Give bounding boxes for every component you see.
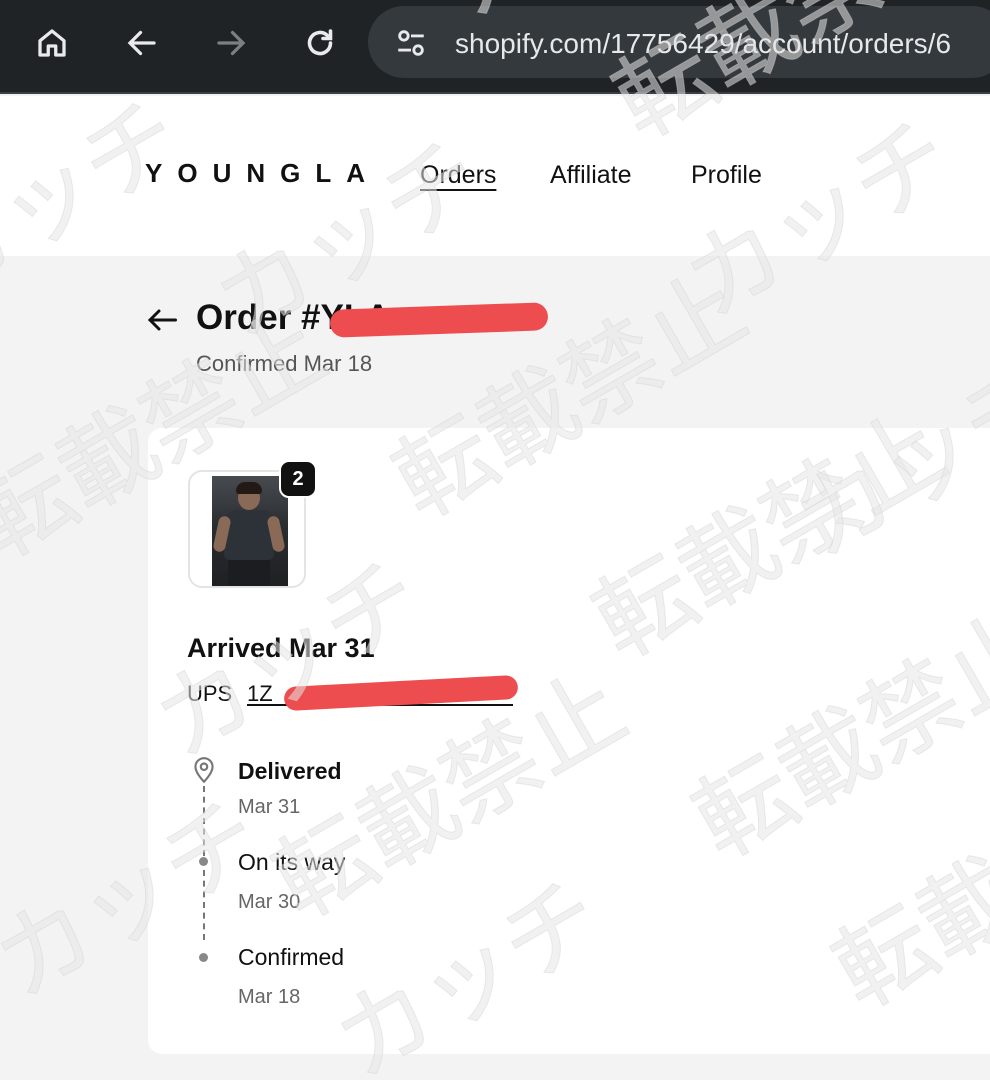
timeline-step-date: Mar 18: [238, 986, 301, 1008]
timeline-step-label: Delivered: [238, 758, 342, 784]
nav-orders[interactable]: Orders: [420, 160, 496, 190]
timeline-step-label: On its way: [238, 849, 346, 875]
reload-icon: [307, 29, 333, 56]
brand-logo[interactable]: YOUNGLA: [145, 158, 380, 189]
order-confirmed-date: Confirmed Mar 18: [196, 351, 373, 376]
timeline-step-label: Confirmed: [238, 944, 345, 970]
store-header: YOUNGLA Orders Affiliate Profile: [0, 96, 990, 256]
reload-button[interactable]: [298, 21, 342, 65]
timeline-step-date: Mar 31: [238, 796, 301, 818]
forward-icon: [217, 30, 246, 56]
back-button[interactable]: [120, 21, 164, 65]
location-pin-icon: [194, 757, 214, 784]
nav-affiliate[interactable]: Affiliate: [550, 160, 632, 190]
home-button[interactable]: [30, 21, 74, 65]
carrier-name: UPS: [187, 681, 233, 706]
timeline-connector: [203, 786, 205, 856]
timeline-step-date: Mar 30: [238, 891, 301, 913]
nav-profile[interactable]: Profile: [691, 160, 762, 190]
timeline-dot: [199, 857, 208, 866]
url-text[interactable]: shopify.com/17756429/account/orders/6: [455, 24, 990, 64]
site-settings-icon[interactable]: [394, 26, 428, 60]
timeline-dot: [199, 953, 208, 962]
home-icon: [38, 29, 66, 57]
browser-toolbar: shopify.com/17756429/account/orders/6: [0, 0, 990, 94]
delivery-status-heading: Arrived Mar 31: [187, 633, 375, 663]
forward-button[interactable]: [209, 21, 253, 65]
back-icon: [127, 30, 156, 56]
timeline-connector: [203, 870, 205, 940]
item-count-badge: 2: [279, 460, 317, 498]
back-arrow-icon[interactable]: [144, 302, 180, 338]
